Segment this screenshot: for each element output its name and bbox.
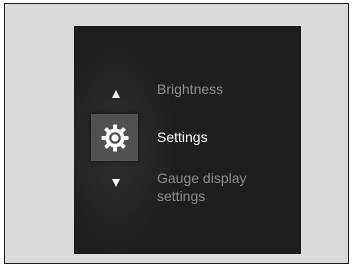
menu-item-label-line1: Gauge display bbox=[157, 170, 247, 186]
menu-item-brightness[interactable]: Brightness bbox=[157, 80, 223, 98]
up-arrow-icon[interactable] bbox=[112, 90, 120, 98]
menu-item-settings[interactable]: Settings bbox=[157, 128, 208, 146]
down-arrow-icon[interactable] bbox=[112, 179, 120, 187]
menu-item-label-line2: settings bbox=[157, 188, 206, 204]
menu-item-label: Brightness bbox=[157, 81, 224, 97]
figure-frame: Brightness Settings Gauge display settin… bbox=[4, 3, 349, 264]
menu-item-gauge-display-settings[interactable]: Gauge display settings bbox=[157, 169, 277, 205]
menu-item-label: Settings bbox=[157, 129, 208, 145]
display-screen: Brightness Settings Gauge display settin… bbox=[74, 26, 301, 254]
settings-icon-box[interactable] bbox=[91, 114, 138, 161]
gear-icon bbox=[101, 124, 128, 151]
